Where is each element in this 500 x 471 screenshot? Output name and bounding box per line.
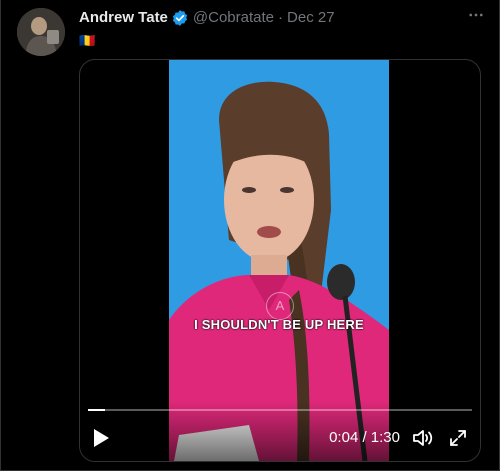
video-caption: I SHOULDN'T BE UP HERE bbox=[194, 317, 364, 332]
volume-icon[interactable] bbox=[412, 428, 434, 448]
progress-fill bbox=[88, 409, 105, 411]
author-name[interactable]: Andrew Tate bbox=[79, 8, 168, 28]
watermark-logo: A bbox=[266, 292, 294, 320]
separator-dot: · bbox=[278, 9, 284, 26]
author-handle[interactable]: @Cobratate bbox=[193, 8, 274, 28]
verified-badge-icon bbox=[171, 9, 189, 27]
fullscreen-icon[interactable] bbox=[448, 428, 468, 448]
tweet-date[interactable]: Dec 27 bbox=[287, 8, 335, 28]
time-display: 0:04 / 1:30 bbox=[329, 429, 400, 446]
avatar-image bbox=[17, 8, 65, 56]
progress-bar[interactable] bbox=[88, 409, 472, 411]
tweet-text: 🇷🇴 bbox=[79, 33, 96, 48]
avatar[interactable] bbox=[17, 8, 65, 56]
video-player[interactable]: A I SHOULDN'T BE UP HERE 0:04 / 1:30 bbox=[79, 59, 481, 462]
play-icon[interactable] bbox=[92, 428, 110, 448]
video-controls: 0:04 / 1:30 bbox=[80, 401, 480, 461]
tweet-header: Andrew Tate @Cobratate · Dec 27 bbox=[79, 7, 483, 29]
more-horizontal-icon[interactable] bbox=[465, 6, 487, 28]
tweet[interactable]: Andrew Tate @Cobratate · Dec 27 🇷🇴 A I S… bbox=[0, 0, 500, 471]
